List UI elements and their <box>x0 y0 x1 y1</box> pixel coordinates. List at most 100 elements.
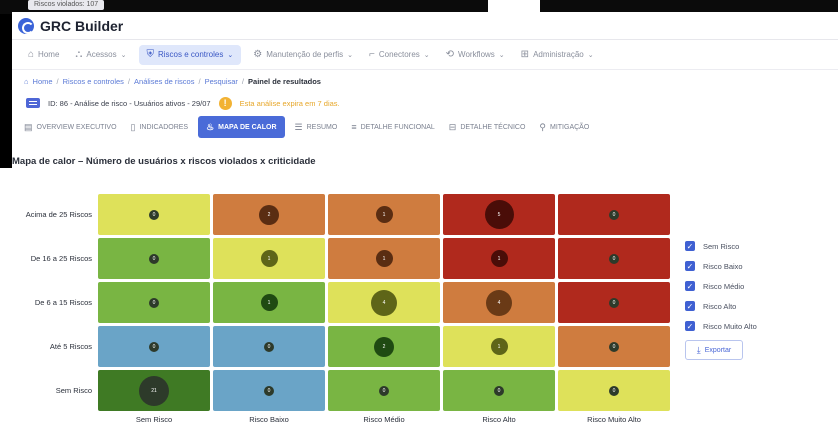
heatmap-bubble: 4 <box>371 289 397 316</box>
breadcrumb-separator: / <box>198 76 201 86</box>
legend-label: Risco Médio <box>703 281 745 291</box>
heatmap-bubble: 0 <box>609 385 619 396</box>
legend-item[interactable]: ✓ Risco Muito Alto <box>685 316 757 336</box>
heatmap-bubble: 0 <box>609 341 619 352</box>
legend-item[interactable]: ✓ Risco Baixo <box>685 256 757 276</box>
nav-item-label: Administração <box>533 50 584 59</box>
chevron-down-icon: ⌄ <box>423 51 430 59</box>
heatmap-bubble: 5 <box>484 200 514 229</box>
heatmap-bubble: 0 <box>609 297 619 308</box>
heatmap-bubble: 4 <box>486 289 512 316</box>
nav-item-1[interactable]: ⛬ Acessos ⌄ <box>71 45 130 65</box>
heatmap-bubble: 2 <box>259 204 279 225</box>
heatmap-bubble: 0 <box>149 253 159 264</box>
tab-6[interactable]: ⚲ MITIGAÇÃO <box>535 116 593 138</box>
download-icon: ⤓ <box>696 344 701 355</box>
column-label: Risco Alto <box>482 415 516 424</box>
checkbox-checked-icon[interactable]: ✓ <box>685 301 695 311</box>
app-header: GRC Builder <box>12 12 838 40</box>
legend-item[interactable]: ✓ Risco Médio <box>685 276 757 296</box>
tab-label: RESUMO <box>306 123 338 131</box>
tab-label: DETALHE FUNCIONAL <box>360 123 435 131</box>
nav-item-3[interactable]: ⚙ Manutenção de perfis ⌄ <box>249 45 357 65</box>
heatmap-bubble: 1 <box>260 294 278 311</box>
heatmap-bubble: 1 <box>490 250 508 267</box>
nav-item-label: Acessos <box>86 50 117 59</box>
tab-4[interactable]: ≡ DETALHE FUNCIONAL <box>347 116 438 138</box>
tab-label: MITIGAÇÃO <box>550 123 590 131</box>
heatmap-title: Mapa de calor – Número de usuários x ris… <box>12 156 316 167</box>
connector-icon: ⌐ <box>369 49 375 60</box>
breadcrumb-link[interactable]: Pesquisar <box>205 77 238 86</box>
heatmap-bubble: 0 <box>264 385 274 396</box>
chevron-down-icon: ⌄ <box>120 51 127 59</box>
nav-item-label: Home <box>38 50 60 59</box>
checkbox-checked-icon[interactable]: ✓ <box>685 281 695 291</box>
breadcrumb-link[interactable]: Riscos e controles <box>63 77 124 86</box>
gear-icon: ⚙ <box>253 49 263 60</box>
tab-5[interactable]: ⊟ DETALHE TÉCNICO <box>445 116 530 138</box>
nav-item-0[interactable]: ⌂ Home <box>24 45 63 65</box>
heatmap-legend: ✓ Sem Risco ✓ Risco Baixo ✓ Risco Médio ✓ Risco… <box>685 236 757 360</box>
analysis-title: ID: 86 - Análise de risco - Usuários ati… <box>48 98 211 108</box>
analysis-info: ID: 86 - Análise de risco - Usuários ati… <box>12 92 838 114</box>
shield-icon: ⛨ <box>146 49 155 60</box>
column-label: Risco Baixo <box>249 415 289 424</box>
warning-icon: ! <box>218 96 232 110</box>
legend-item[interactable]: ✓ Risco Alto <box>685 296 757 316</box>
functional-icon: ≡ <box>351 122 357 132</box>
checkbox-checked-icon[interactable]: ✓ <box>685 261 695 271</box>
tab-0[interactable]: ▤ OVERVIEW EXECUTIVO <box>20 116 121 138</box>
column-label: Risco Médio <box>363 415 405 424</box>
summary-icon: ☰ <box>294 121 303 132</box>
heatmap-bubble: 21 <box>139 375 169 406</box>
nav-item-2[interactable]: ⛨ Riscos e controles ⌄ <box>138 44 242 65</box>
breadcrumb-link[interactable]: Análises de riscos <box>134 77 194 86</box>
nav-item-label: Conectores <box>378 50 420 59</box>
nav-item-4[interactable]: ⌐ Conectores ⌄ <box>365 45 434 65</box>
chevron-down-icon: ⌄ <box>498 51 505 59</box>
chevron-down-icon: ⌄ <box>587 51 594 59</box>
nav-item-label: Workflows <box>458 50 495 59</box>
checkbox-checked-icon[interactable]: ✓ <box>685 321 695 331</box>
heatmap-bubble: 0 <box>609 253 619 264</box>
heatmap-bubble: 1 <box>490 338 508 355</box>
result-tabs: ▤ OVERVIEW EXECUTIVO ▯ INDICADORES ♨ MAPA DE … <box>12 114 838 140</box>
breadcrumb-separator: / <box>56 76 59 86</box>
breadcrumb-separator: / <box>241 76 245 86</box>
legend-label: Sem Risco <box>703 241 740 251</box>
nav-item-label: Manutenção de perfis <box>266 50 344 59</box>
breadcrumb-current: Painel de resultados <box>248 76 321 86</box>
heatmap-bubble: 1 <box>260 250 278 267</box>
checkbox-checked-icon[interactable]: ✓ <box>685 241 695 251</box>
heatmap-bubble: 0 <box>609 209 619 220</box>
access-icon: ⛬ <box>75 49 83 60</box>
tab-label: DETALHE TÉCNICO <box>460 123 526 131</box>
breadcrumb-link[interactable]: Home <box>33 77 53 86</box>
tab-label: OVERVIEW EXECUTIVO <box>36 123 117 131</box>
tab-2[interactable]: ♨ MAPA DE CALOR <box>198 116 285 138</box>
heatmap-bubble: 0 <box>494 385 504 396</box>
row-label: Até 5 Riscos <box>49 341 92 351</box>
home-icon: ⌂ <box>24 76 29 86</box>
breadcrumb: ⌂ Home / Riscos e controles / Análises de ris… <box>12 70 838 92</box>
chevron-down-icon: ⌄ <box>347 51 354 59</box>
heatmap-bubble: 2 <box>374 336 394 357</box>
mitigation-icon: ⚲ <box>539 121 546 132</box>
export-button[interactable]: ⤓ Exportar <box>685 340 743 360</box>
logo-icon <box>18 17 34 34</box>
overview-icon: ▤ <box>24 121 33 132</box>
legend-label: Risco Baixo <box>703 261 743 271</box>
app-title: GRC Builder <box>40 17 124 34</box>
heatmap-bubble: 0 <box>149 297 159 308</box>
nav-item-6[interactable]: ⊞ Administração ⌄ <box>517 45 598 65</box>
tab-3[interactable]: ☰ RESUMO <box>291 116 342 138</box>
row-label: De 16 a 25 Riscos <box>30 253 92 263</box>
tab-1[interactable]: ▯ INDICADORES <box>127 116 193 138</box>
nav-item-5[interactable]: ⟲ Workflows ⌄ <box>442 45 509 65</box>
home-icon: ⌂ <box>28 49 35 60</box>
legend-item[interactable]: ✓ Sem Risco <box>685 236 757 256</box>
column-label: Risco Muito Alto <box>587 415 641 424</box>
row-label: De 6 a 15 Riscos <box>34 297 92 307</box>
row-label: Acima de 25 Riscos <box>25 209 92 219</box>
